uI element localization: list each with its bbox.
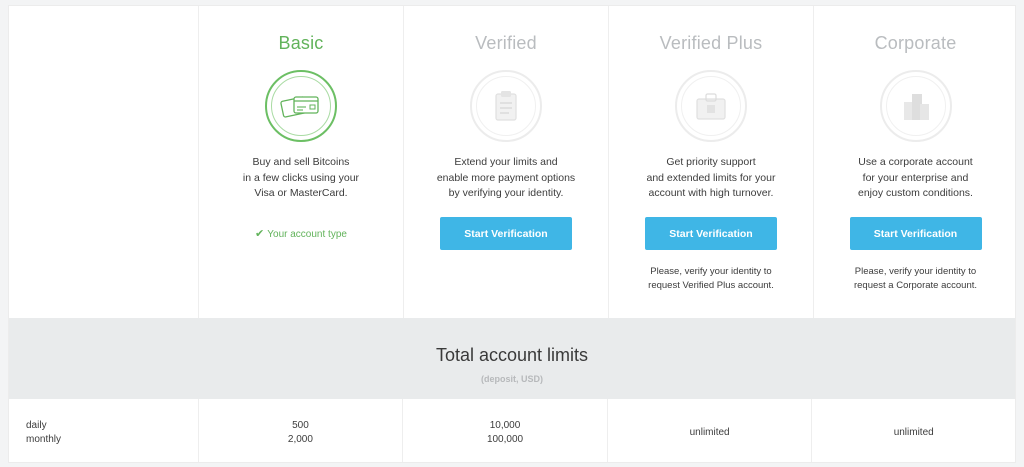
plan-title: Verified (475, 33, 537, 53)
limits-title: Total account limits (435, 345, 589, 365)
limit-verified: 10,000 100,000 (403, 399, 608, 462)
plan-basic: Basic Buy and sell Bitcoins in a few cli… (199, 6, 404, 318)
plan-corporate: Corporate Use a corporate account for yo… (814, 6, 1017, 318)
daily-value: 500 (292, 420, 309, 431)
plan-note: Please, verify your identity to request … (853, 266, 978, 291)
id-badge-icon (675, 70, 747, 142)
start-verification-button[interactable]: Start Verification (645, 217, 777, 250)
plan-title: Basic (278, 33, 324, 53)
plan-description: Use a corporate account for your enterpr… (858, 156, 973, 199)
credit-cards-icon (265, 70, 337, 142)
limit-corporate: unlimited (812, 399, 1015, 462)
plan-verified-plus: Verified Plus Get priority support and e… (609, 6, 814, 318)
limits-row-labels: daily monthly (9, 399, 199, 462)
limit-basic: 500 2,000 (199, 399, 404, 462)
plan-description: Get priority support and extended limits… (646, 156, 776, 199)
limit-value: unlimited (689, 427, 730, 438)
limits-subtitle: (deposit, USD) (481, 374, 543, 384)
limit-verified-plus: unlimited (608, 399, 813, 462)
plan-description: Extend your limits and enable more payme… (436, 156, 576, 199)
plan-note: Please, verify your identity to request … (648, 266, 774, 291)
clipboard-icon (470, 70, 542, 142)
plan-title: Verified Plus (659, 33, 763, 53)
daily-label: daily (26, 420, 47, 431)
plans-label-column (9, 6, 199, 318)
monthly-value: 2,000 (287, 434, 313, 445)
limits-header: Total account limits (deposit, USD) (9, 318, 1015, 399)
monthly-value: 100,000 (486, 434, 524, 445)
limit-value: unlimited (893, 427, 934, 438)
plan-description: Buy and sell Bitcoins in a few clicks us… (242, 156, 360, 199)
daily-value: 10,000 (489, 420, 521, 431)
account-plans-panel: Basic Buy and sell Bitcoins in a few cli… (8, 5, 1016, 463)
start-verification-button[interactable]: Start Verification (440, 217, 572, 250)
monthly-label: monthly (26, 434, 62, 445)
plans-row: Basic Buy and sell Bitcoins in a few cli… (9, 6, 1017, 318)
plan-verified: Verified Extend your limits and enable m… (404, 6, 609, 318)
current-account-badge: ✔ Your account type (255, 228, 347, 240)
limits-row: daily monthly 500 2,000 10,000 100,000 u… (9, 399, 1015, 462)
plan-title: Corporate (874, 33, 957, 53)
buildings-icon (879, 70, 952, 142)
start-verification-button[interactable]: Start Verification (849, 217, 982, 250)
checkmark-icon: ✔ (255, 228, 265, 240)
